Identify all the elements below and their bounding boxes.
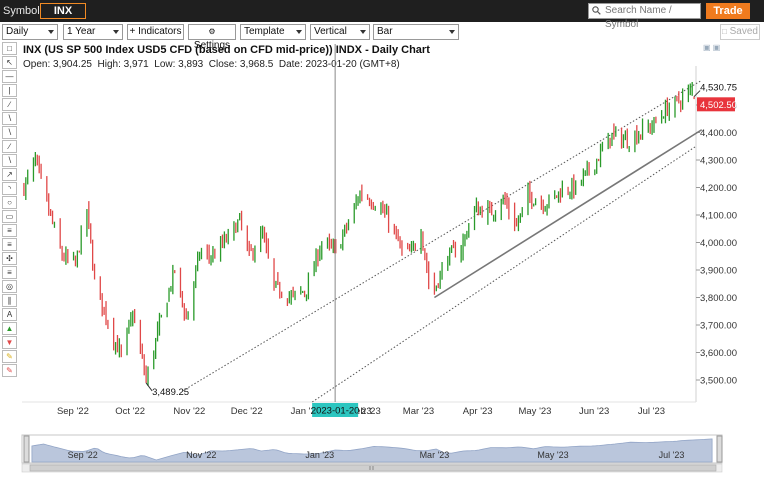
y-tick-label: 4,100.00 xyxy=(700,211,737,222)
x-tick-label: May '23 xyxy=(518,406,551,417)
price-chart[interactable]: 3,500.00 3,600.00 3,700.00 3,800.00 3,900.00… xyxy=(0,0,764,482)
y-tick-label: 4,000.00 xyxy=(700,238,737,249)
y-tick-label: 4,400.00 xyxy=(700,128,737,139)
navigator-tick-label: Jan '23 xyxy=(305,450,334,460)
navigator-tick-label: Mar '23 xyxy=(420,450,450,460)
x-tick-label: Apr '23 xyxy=(463,406,493,417)
x-tick-label: Jun '23 xyxy=(579,406,609,417)
navigator-tick-label: May '23 xyxy=(537,450,568,460)
crosshair-date-label: 2023-01-20 xyxy=(311,406,360,417)
navigator-right-handle xyxy=(716,435,723,463)
navigator-left-handle xyxy=(23,435,30,463)
x-tick-label: Mar '23 xyxy=(403,406,434,417)
y-tick-label: 4,300.00 xyxy=(700,156,737,167)
x-tick-label: Jul '23 xyxy=(638,406,665,417)
x-tick-label: Nov '22 xyxy=(173,406,205,417)
x-tick-label: Sep '22 xyxy=(57,406,89,417)
last-price-label: 4,502.50 xyxy=(700,100,737,111)
crosshair-tick-remainder: 23 xyxy=(361,406,372,417)
y-tick-label: 3,800.00 xyxy=(700,293,737,304)
y-tick-label: 3,700.00 xyxy=(700,321,737,332)
x-tick-label: Oct '22 xyxy=(115,406,145,417)
y-tick-label: 4,200.00 xyxy=(700,183,737,194)
high-label: 4,530.75 xyxy=(700,83,737,94)
trendline xyxy=(311,145,697,403)
y-tick-label: 3,500.00 xyxy=(700,376,737,387)
x-tick-label: Dec '22 xyxy=(231,406,263,417)
y-tick-label: 3,900.00 xyxy=(700,266,737,277)
navigator-tick-label: Jul '23 xyxy=(659,450,685,460)
navigator-tick-label: Nov '22 xyxy=(186,450,216,460)
y-tick-label: 3,600.00 xyxy=(700,348,737,359)
low-label: 3,489.25 xyxy=(152,387,189,398)
navigator-tick-label: Sep '22 xyxy=(68,450,98,460)
